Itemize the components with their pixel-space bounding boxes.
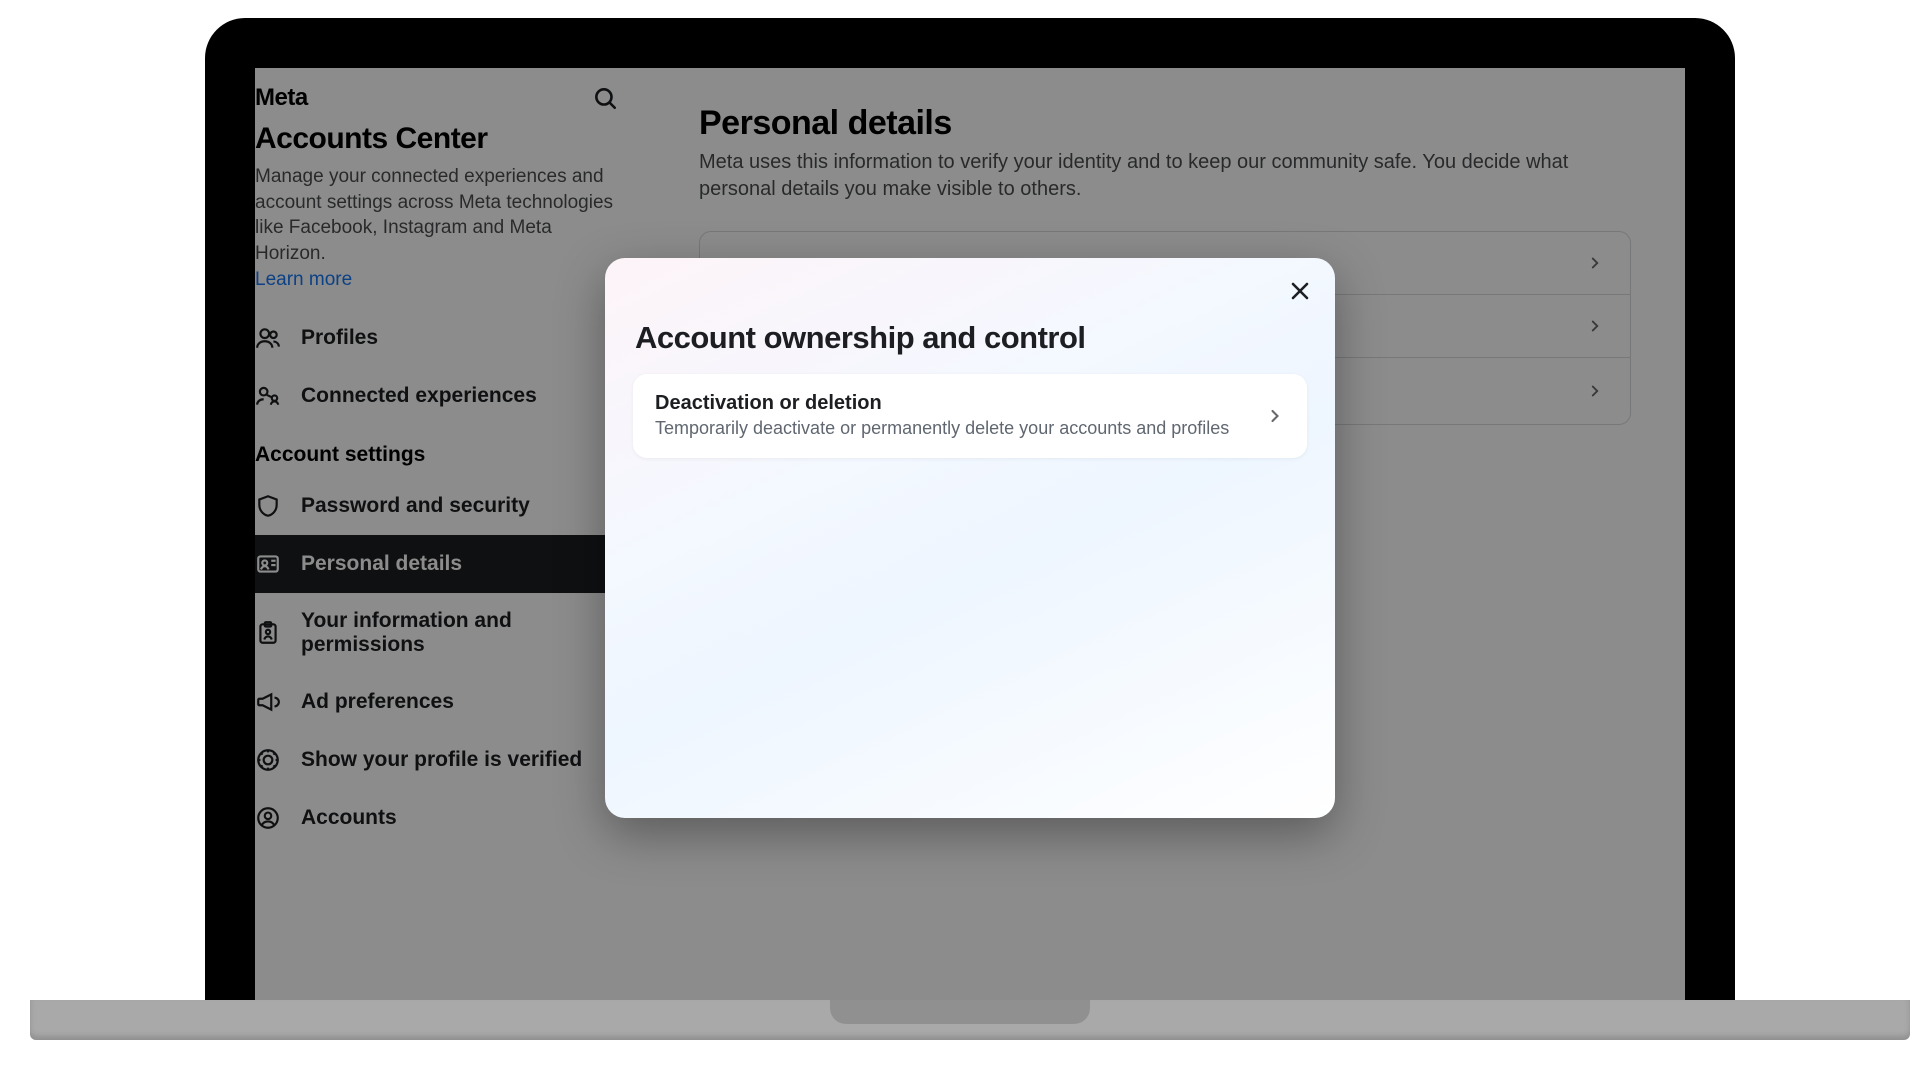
modal-card-subtitle: Temporarily deactivate or permanently de…: [655, 415, 1229, 440]
modal-title: Account ownership and control: [633, 280, 1307, 374]
modal-overlay[interactable]: Account ownership and control Deactivati…: [255, 68, 1685, 1008]
modal-card-title: Deactivation or deletion: [655, 392, 1229, 415]
laptop-frame: Meta Accounts Center Manage your connect…: [205, 18, 1735, 1018]
app-viewport: Meta Accounts Center Manage your connect…: [255, 68, 1685, 1008]
deactivation-deletion-card[interactable]: Deactivation or deletion Temporarily dea…: [633, 374, 1307, 458]
account-ownership-modal: Account ownership and control Deactivati…: [605, 258, 1335, 818]
modal-close-button[interactable]: [1283, 274, 1317, 308]
chevron-right-icon: [1265, 406, 1285, 426]
laptop-bezel: Meta Accounts Center Manage your connect…: [205, 18, 1735, 1018]
laptop-trackpad-notch: [830, 1000, 1090, 1024]
close-icon: [1288, 279, 1312, 303]
